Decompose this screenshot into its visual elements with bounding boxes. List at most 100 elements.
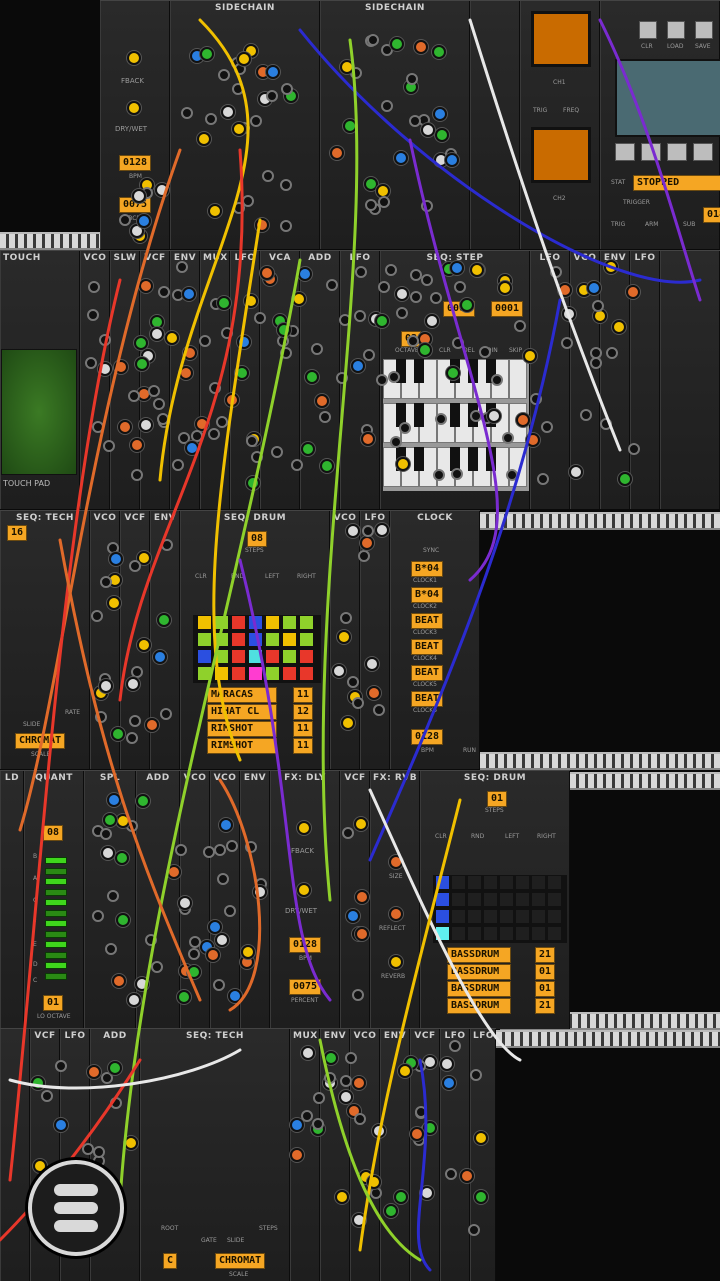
fback-knob[interactable] [127,51,141,65]
touch-pad[interactable] [1,349,77,475]
piano-black-key[interactable] [468,447,478,471]
size-knob[interactable] [389,855,403,869]
play-button[interactable] [667,143,687,161]
clock1-display[interactable]: B*04 [411,561,444,577]
track-name[interactable]: RIMSHOT [207,738,277,754]
drum-step[interactable] [197,632,212,647]
piano-black-key[interactable] [450,447,460,471]
drum-step[interactable] [467,875,482,890]
track-number[interactable]: 01 [535,964,556,980]
scale-display[interactable]: CHROMAT [215,1253,266,1269]
track-name[interactable]: MARACAS [207,687,277,703]
drum-grid[interactable] [433,875,567,943]
track-name[interactable]: BASSDRUM [447,998,511,1014]
load-button[interactable] [667,21,685,39]
drum-step[interactable] [435,926,450,941]
drum-step[interactable] [282,632,297,647]
clock3-display[interactable]: BEAT [411,613,444,629]
drum-step[interactable] [248,649,263,664]
drum-step[interactable] [531,875,546,890]
note-led[interactable] [45,888,67,896]
drum-step[interactable] [231,666,246,681]
track-name[interactable]: HIHAT CL [207,704,277,720]
drum-step[interactable] [231,649,246,664]
track-number[interactable]: 12 [293,704,314,720]
forward-button[interactable] [693,143,713,161]
note-led[interactable] [45,920,67,927]
drum-step[interactable] [531,926,546,941]
scale-display[interactable]: CHROMAT [15,733,66,749]
piano-keyboard[interactable] [383,359,529,491]
drum-step[interactable] [299,615,314,630]
piano-black-key[interactable] [396,403,406,427]
note-led[interactable] [45,867,67,875]
drum-step[interactable] [467,892,482,907]
gate-display[interactable]: 0001 [491,301,524,317]
drum-step[interactable] [248,615,263,630]
quant-display[interactable]: 08 [43,825,64,841]
quant-note-leds[interactable] [45,857,67,987]
piano-black-key[interactable] [486,359,496,383]
drum-step[interactable] [531,892,546,907]
track-name[interactable]: RIMSHOT [207,721,277,737]
drum-step[interactable] [483,892,498,907]
track-name[interactable]: BASSDRUM [447,947,511,963]
drum-step[interactable] [282,649,297,664]
step-display[interactable]: 0001 [443,301,476,317]
piano-white-key[interactable] [509,447,527,487]
drum-step[interactable] [299,632,314,647]
save-button[interactable] [695,21,713,39]
track-number[interactable]: 11 [293,721,314,737]
drum-step[interactable] [435,892,450,907]
piano-black-key[interactable] [396,359,406,383]
clock2-display[interactable]: B*04 [411,587,444,603]
clock4-display[interactable]: BEAT [411,639,444,655]
note-led[interactable] [45,857,67,864]
steps-display[interactable]: 01 [487,791,508,807]
note-led[interactable] [45,951,67,959]
track-name[interactable]: BASSDRUM [447,981,511,997]
drum-step[interactable] [515,909,530,924]
drum-step[interactable] [515,892,530,907]
drum-step[interactable] [231,615,246,630]
drywet-knob[interactable] [297,883,311,897]
drum-step[interactable] [483,875,498,890]
steps-display[interactable]: 16 [7,525,28,541]
drum-step[interactable] [547,875,562,890]
drum-step[interactable] [248,632,263,647]
drum-step[interactable] [483,909,498,924]
clock6-display[interactable]: BEAT [411,691,444,707]
drum-step[interactable] [214,649,229,664]
drum-step[interactable] [299,649,314,664]
drum-step[interactable] [265,615,280,630]
steps-display[interactable]: 08 [247,531,268,547]
drum-step[interactable] [282,666,297,681]
percent-display[interactable]: 0075 [119,197,152,213]
track-number[interactable]: 21 [535,947,556,963]
note-led[interactable] [45,972,67,980]
note-led[interactable] [45,899,67,906]
fback-knob[interactable] [297,821,311,835]
drum-step[interactable] [435,909,450,924]
piano-white-key[interactable] [509,403,527,443]
piano-black-key[interactable] [414,447,424,471]
octave-display[interactable]: 03 [401,331,422,347]
piano-black-key[interactable] [468,359,478,383]
drum-step[interactable] [197,666,212,681]
drum-step[interactable] [515,926,530,941]
note-led[interactable] [45,962,67,969]
piano-black-key[interactable] [486,447,496,471]
bpm-display[interactable]: 0128 [289,937,322,953]
drum-step[interactable] [451,909,466,924]
drum-step[interactable] [499,926,514,941]
drum-step[interactable] [499,875,514,890]
drum-step[interactable] [451,926,466,941]
drum-step[interactable] [467,926,482,941]
root-display[interactable]: C [163,1253,178,1269]
piano-black-key[interactable] [414,403,424,427]
stop-button[interactable] [641,143,661,161]
drum-step[interactable] [483,926,498,941]
drum-step[interactable] [214,632,229,647]
track-number[interactable]: 01 [535,981,556,997]
drum-step[interactable] [214,666,229,681]
